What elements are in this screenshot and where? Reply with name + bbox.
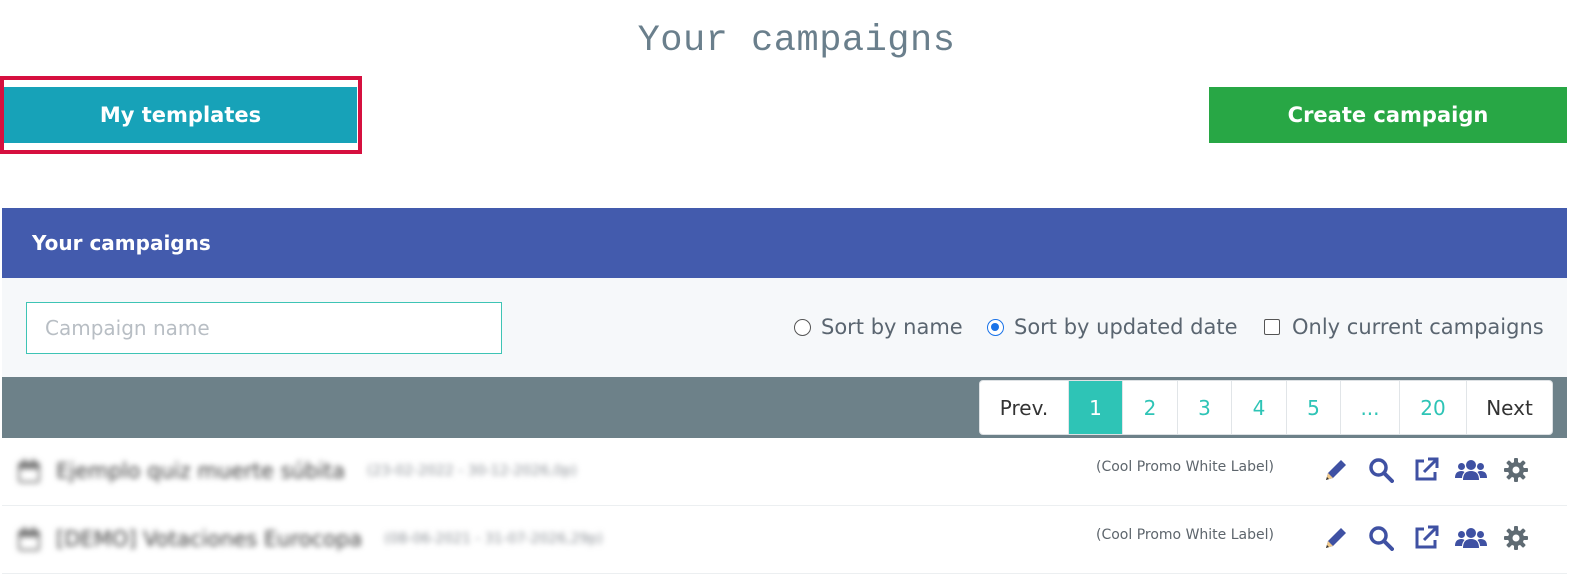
next-page-button[interactable]: Next [1467,381,1552,434]
sort-by-name-option[interactable]: Sort by name [794,315,963,339]
sort-by-updated-option[interactable]: Sort by updated date [987,315,1238,339]
filter-bar: Sort by name Sort by updated date Only c… [2,278,1567,377]
campaign-info: Ejemplo quiz muerte súbita (23-02-2022 -… [18,459,577,483]
gear-icon [1504,526,1528,550]
campaign-row: [DEMO] Votaciones Eurocopa (08-06-2021 -… [2,507,1567,574]
panel-title: Your campaigns [32,231,211,255]
participants-button[interactable] [1455,522,1487,554]
page-title: Your campaigns [637,20,956,62]
pagination-bar: Prev. 1 2 3 4 5 ... 20 Next [2,377,1567,438]
calendar-icon [18,527,40,551]
prev-page-button[interactable]: Prev. [980,381,1069,434]
external-link-icon [1415,525,1439,549]
open-external-button[interactable] [1410,522,1442,554]
sort-by-updated-radio[interactable] [987,318,1004,336]
edit-button[interactable] [1320,522,1352,554]
gear-icon [1504,458,1528,482]
campaign-name[interactable]: Ejemplo quiz muerte súbita [56,459,345,483]
pencil-icon [1326,528,1346,548]
external-link-icon [1415,457,1439,481]
search-icon [1369,526,1394,551]
campaign-name[interactable]: [DEMO] Votaciones Eurocopa [56,527,362,551]
page-2-button[interactable]: 2 [1123,381,1178,434]
page-4-button[interactable]: 4 [1232,381,1287,434]
page-3-button[interactable]: 3 [1178,381,1232,434]
sort-by-name-radio[interactable] [794,318,811,336]
sort-by-name-label: Sort by name [821,315,963,339]
create-campaign-button[interactable]: Create campaign [1209,87,1567,143]
campaign-dates: (08-06-2021 - 31-07-2026,29p) [384,531,603,547]
page-20-button[interactable]: 20 [1400,381,1467,434]
search-icon [1369,458,1394,483]
pencil-icon [1326,460,1346,480]
open-external-button[interactable] [1410,454,1442,486]
calendar-icon [18,459,40,483]
users-icon [1455,460,1487,480]
campaign-row: Ejemplo quiz muerte súbita (23-02-2022 -… [2,439,1567,506]
pagination: Prev. 1 2 3 4 5 ... 20 Next [979,380,1553,435]
page-5-button[interactable]: 5 [1287,381,1341,434]
settings-button[interactable] [1500,454,1532,486]
edit-button[interactable] [1320,454,1352,486]
only-current-checkbox[interactable] [1264,319,1280,335]
preview-button[interactable] [1365,522,1397,554]
row-actions [1320,454,1532,486]
campaign-label: (Cool Promo White Label) [1096,459,1274,475]
my-templates-button[interactable]: My templates [4,87,357,143]
campaign-name-input[interactable] [26,302,502,354]
participants-button[interactable] [1455,454,1487,486]
campaign-label: (Cool Promo White Label) [1096,527,1274,543]
panel-header: Your campaigns [2,208,1567,278]
row-actions [1320,522,1532,554]
campaign-info: [DEMO] Votaciones Eurocopa (08-06-2021 -… [18,527,603,551]
only-current-label: Only current campaigns [1292,315,1544,339]
settings-button[interactable] [1500,522,1532,554]
ellipsis-page: ... [1341,381,1400,434]
page-1-button[interactable]: 1 [1069,381,1123,434]
campaign-dates: (23-02-2022 - 30-12-2026,0p) [367,463,577,479]
only-current-option[interactable]: Only current campaigns [1264,315,1544,339]
preview-button[interactable] [1365,454,1397,486]
sort-by-updated-label: Sort by updated date [1014,315,1238,339]
users-icon [1455,528,1487,548]
